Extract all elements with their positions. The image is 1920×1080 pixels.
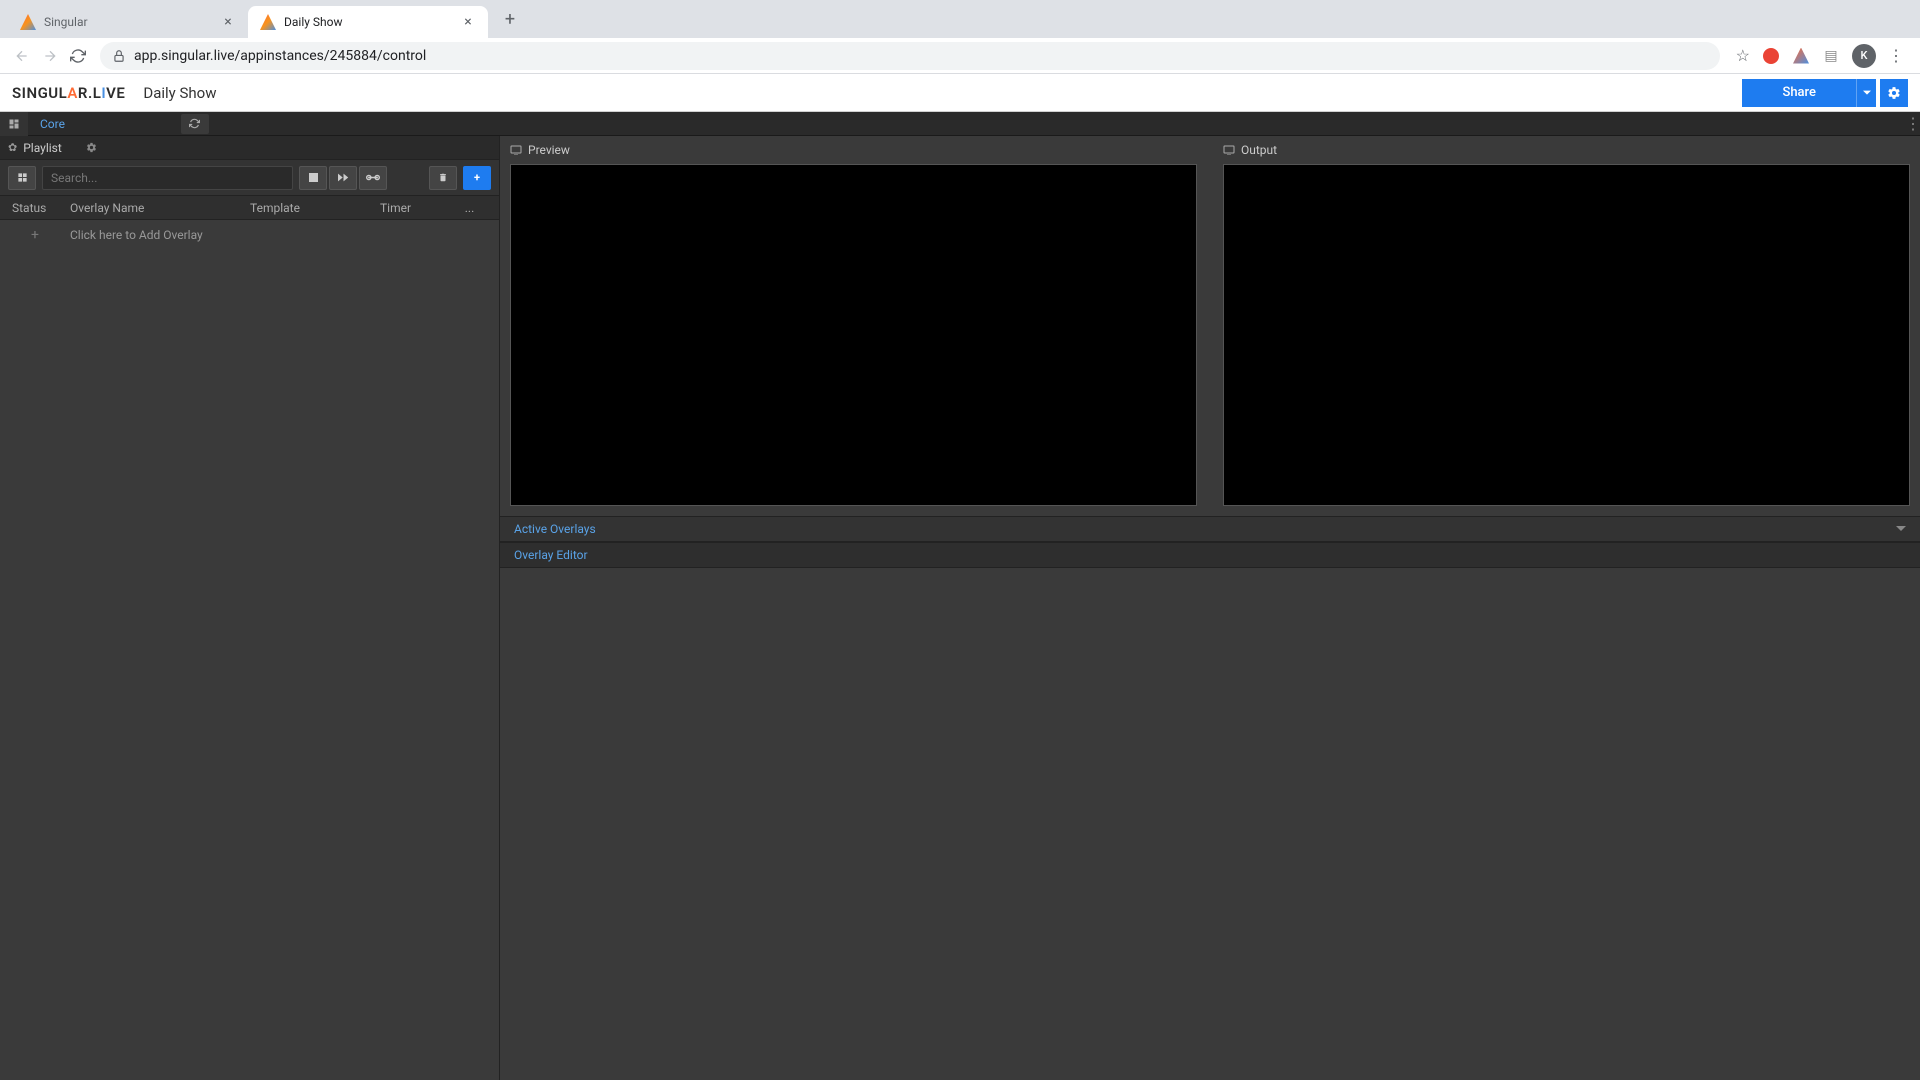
forward-button[interactable]	[36, 42, 64, 70]
extension-icon[interactable]: ▤	[1822, 47, 1840, 65]
playlist-icon: ✿	[8, 141, 17, 154]
gear-icon	[1887, 86, 1901, 100]
plus-icon: +	[0, 227, 70, 243]
monitor-icon	[510, 145, 522, 155]
singular-extension-icon[interactable]	[1792, 47, 1810, 65]
chevron-down-icon[interactable]	[1896, 524, 1906, 534]
stop-icon	[309, 173, 318, 182]
bookmark-icon[interactable]: ☆	[1736, 46, 1750, 65]
col-more: ...	[440, 201, 499, 215]
tab-title: Daily Show	[284, 15, 460, 29]
extension-icon[interactable]	[1762, 47, 1780, 65]
col-status: Status	[0, 201, 70, 215]
show-name: Daily Show	[143, 84, 216, 102]
col-overlay-name: Overlay Name	[70, 201, 250, 215]
refresh-icon	[189, 118, 200, 129]
share-button[interactable]: Share	[1742, 79, 1856, 107]
grid-icon	[17, 172, 28, 183]
tab-bar: Singular × Daily Show × +	[0, 0, 1920, 38]
add-overlay-button[interactable]: +	[463, 166, 491, 190]
extension-icons: ☆ ▤ K ⋮	[1736, 44, 1904, 68]
app-header: SINGULAR.LIVE Daily Show Share	[0, 74, 1920, 112]
link-icon	[366, 173, 380, 182]
refresh-button[interactable]	[181, 114, 209, 134]
new-tab-button[interactable]: +	[496, 5, 524, 33]
col-template: Template	[250, 201, 380, 215]
playlist-header: ✿ Playlist	[0, 136, 499, 160]
core-tab[interactable]: Core	[28, 112, 77, 136]
lock-icon	[112, 49, 126, 63]
preview-header: Preview	[510, 136, 1197, 164]
layers-icon	[8, 118, 20, 130]
overlay-editor-body	[500, 568, 1920, 1080]
output-label: Output	[1241, 143, 1277, 157]
next-button[interactable]	[329, 166, 357, 190]
add-overlay-label: Click here to Add Overlay	[70, 228, 203, 242]
layers-button[interactable]	[0, 112, 28, 136]
output-header: Output	[1223, 136, 1910, 164]
preview-label: Preview	[528, 143, 570, 157]
stop-button[interactable]	[299, 166, 327, 190]
gear-icon	[86, 142, 97, 153]
preview-panel: Preview	[500, 136, 1207, 516]
main-layout: ✿ Playlist	[0, 136, 1920, 1080]
overlay-editor-label: Overlay Editor	[514, 548, 588, 562]
col-timer: Timer	[380, 201, 440, 215]
overlay-editor-header[interactable]: Overlay Editor	[500, 542, 1920, 568]
profile-avatar[interactable]: K	[1852, 44, 1876, 68]
active-overlays-label: Active Overlays	[514, 522, 596, 536]
active-overlays-header[interactable]: Active Overlays	[500, 516, 1920, 542]
add-overlay-row[interactable]: + Click here to Add Overlay	[0, 220, 499, 250]
playlist-settings-icon[interactable]	[86, 142, 97, 153]
delete-button[interactable]	[429, 166, 457, 190]
sub-header: Core ⋮	[0, 112, 1920, 136]
playlist-toolbar: +	[0, 160, 499, 196]
url-text: app.singular.live/appinstances/245884/co…	[134, 48, 426, 64]
preview-viewport[interactable]	[510, 164, 1197, 506]
output-panel: Output	[1213, 136, 1920, 516]
settings-button[interactable]	[1880, 79, 1908, 107]
singular-favicon	[260, 14, 276, 30]
browser-tab-active[interactable]: Daily Show ×	[248, 6, 488, 38]
grid-button[interactable]	[8, 166, 36, 190]
search-input[interactable]	[42, 166, 293, 190]
next-icon	[338, 173, 349, 182]
trash-icon	[438, 172, 448, 183]
url-input[interactable]: app.singular.live/appinstances/245884/co…	[100, 42, 1720, 70]
singular-favicon	[20, 14, 36, 30]
logo: SINGULAR.LIVE	[12, 84, 125, 102]
close-icon[interactable]: ×	[220, 14, 236, 30]
browser-tab[interactable]: Singular ×	[8, 6, 248, 38]
output-viewport[interactable]	[1223, 164, 1910, 506]
table-header: Status Overlay Name Template Timer ...	[0, 196, 499, 220]
back-button[interactable]	[8, 42, 36, 70]
playlist-label: Playlist	[23, 141, 62, 155]
tab-title: Singular	[44, 15, 220, 29]
panel-menu-icon[interactable]: ⋮	[1906, 112, 1920, 136]
viewers: Preview Output	[500, 136, 1920, 516]
browser-chrome: Singular × Daily Show × + app.singular.l…	[0, 0, 1920, 74]
share-dropdown[interactable]	[1856, 79, 1876, 107]
menu-icon[interactable]: ⋮	[1888, 46, 1904, 65]
close-icon[interactable]: ×	[460, 14, 476, 30]
reload-button[interactable]	[64, 42, 92, 70]
monitor-icon	[1223, 145, 1235, 155]
address-bar: app.singular.live/appinstances/245884/co…	[0, 38, 1920, 74]
right-area: Preview Output Active Overlays Overlay E…	[500, 136, 1920, 1080]
link-button[interactable]	[359, 166, 387, 190]
playlist-panel: ✿ Playlist	[0, 136, 500, 1080]
